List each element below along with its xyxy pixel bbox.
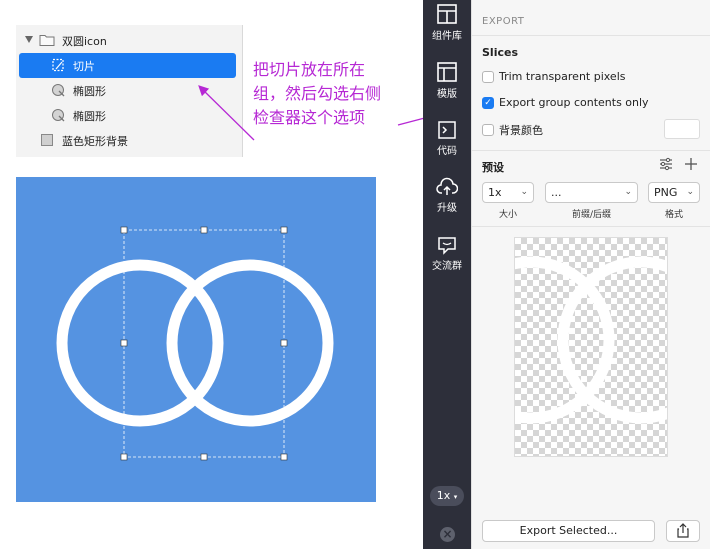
- preset-settings-icon[interactable]: [659, 157, 673, 171]
- toolbar-label: 模版: [437, 89, 457, 100]
- prefix-value: ...: [551, 186, 562, 199]
- add-preset-icon[interactable]: [684, 157, 698, 171]
- transparency-checkerboard: [514, 237, 668, 457]
- code-icon: [438, 121, 456, 139]
- close-icon[interactable]: ×: [440, 527, 455, 542]
- export-section-title: EXPORT: [482, 16, 525, 27]
- slices-title: Slices: [482, 46, 518, 59]
- divider: [472, 150, 710, 151]
- toolbar-item-code[interactable]: 代码: [423, 120, 471, 157]
- format-select[interactable]: PNG ⌄: [648, 182, 700, 203]
- format-label: 格式: [664, 210, 683, 220]
- component-library-icon: [437, 4, 457, 24]
- share-icon: [677, 523, 689, 538]
- preview-artwork: [515, 256, 667, 424]
- scale-label: 大小: [498, 210, 517, 220]
- format-value: PNG: [654, 186, 678, 199]
- background-color-option[interactable]: 背景颜色: [482, 122, 543, 138]
- share-button[interactable]: [666, 520, 700, 542]
- toolbar-item-templates[interactable]: 模版: [423, 61, 471, 100]
- export-preview: [480, 227, 702, 509]
- option-label: Trim transparent pixels: [499, 70, 626, 83]
- upgrade-cloud-icon: [436, 177, 458, 195]
- divider: [472, 35, 710, 36]
- presets-title: 预设: [482, 161, 504, 174]
- trim-pixels-checkbox[interactable]: [482, 70, 494, 83]
- chevron-down-icon: ⌄: [686, 187, 694, 197]
- export-selected-button[interactable]: Export Selected...: [482, 520, 655, 542]
- plugin-toolbar: 组件库 模版 代码 升级 交流群 1x ▾ ×: [423, 0, 471, 549]
- scale-value: 1x: [488, 186, 502, 199]
- toolbar-label: 升级: [437, 203, 457, 214]
- toolbar-item-upgrade[interactable]: 升级: [423, 177, 471, 214]
- prefix-suffix-select[interactable]: ... ⌄: [545, 182, 638, 203]
- export-group-contents-option[interactable]: ✓ Export group contents only: [482, 96, 649, 109]
- toolbar-label: 代码: [437, 146, 457, 157]
- template-icon: [437, 62, 457, 82]
- prefix-label: 前缀/后缀: [571, 210, 612, 220]
- toolbar-item-chat[interactable]: 交流群: [423, 235, 471, 272]
- zoom-selector[interactable]: 1x ▾: [430, 486, 464, 506]
- chat-group-icon: [438, 237, 456, 255]
- option-label: Export group contents only: [499, 96, 649, 109]
- background-color-checkbox[interactable]: [482, 124, 494, 136]
- arrow-to-slice: [198, 85, 255, 141]
- export-group-contents-checkbox[interactable]: ✓: [482, 96, 494, 109]
- chevron-down-icon: ⌄: [520, 187, 528, 197]
- zoom-value: 1x: [436, 489, 451, 502]
- scale-select[interactable]: 1x ⌄: [482, 182, 534, 203]
- toolbar-item-components[interactable]: 组件库: [423, 3, 471, 42]
- option-label: 背景颜色: [499, 124, 543, 137]
- preset-tools: [659, 157, 698, 171]
- inspector-panel: EXPORT Slices Trim transparent pixels ✓ …: [471, 0, 710, 549]
- background-color-swatch[interactable]: [664, 119, 700, 139]
- toolbar-label: 交流群: [432, 261, 462, 272]
- trim-pixels-option[interactable]: Trim transparent pixels: [482, 70, 626, 83]
- toolbar-label: 组件库: [432, 31, 462, 42]
- chevron-down-icon: ▾: [453, 493, 458, 501]
- chevron-down-icon: ⌄: [624, 187, 632, 197]
